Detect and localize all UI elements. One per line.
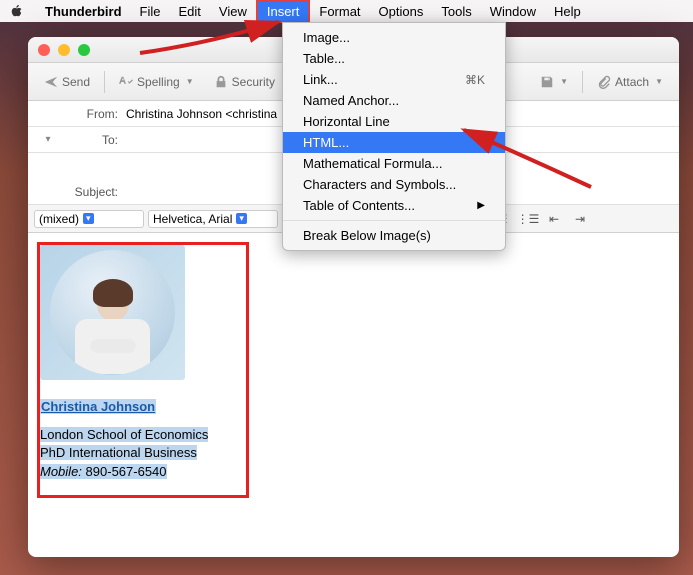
menu-edit[interactable]: Edit bbox=[170, 2, 210, 21]
send-icon bbox=[44, 75, 58, 89]
dropdown-image[interactable]: Image... bbox=[283, 27, 505, 48]
chevron-down-icon: ▼ bbox=[560, 77, 568, 86]
dropdown-table[interactable]: Table... bbox=[283, 48, 505, 69]
spelling-icon bbox=[119, 75, 133, 89]
email-signature: Christina Johnson London School of Econo… bbox=[40, 245, 208, 481]
maximize-button[interactable] bbox=[78, 44, 90, 56]
close-button[interactable] bbox=[38, 44, 50, 56]
dropdown-html[interactable]: HTML... bbox=[283, 132, 505, 153]
chevron-down-icon[interactable]: ▾ bbox=[38, 134, 58, 145]
dropdown-hr[interactable]: Horizontal Line bbox=[283, 111, 505, 132]
dropdown-toc[interactable]: Table of Contents...▶ bbox=[283, 195, 505, 216]
menu-tools[interactable]: Tools bbox=[432, 2, 480, 21]
chevron-right-icon: ▶ bbox=[477, 200, 485, 211]
indent-button[interactable]: ⇥ bbox=[569, 208, 591, 230]
send-button[interactable]: Send bbox=[38, 71, 96, 93]
menu-format[interactable]: Format bbox=[310, 2, 369, 21]
save-icon bbox=[540, 75, 554, 89]
to-label: To: bbox=[58, 133, 126, 147]
menu-bar: Thunderbird File Edit View Insert Format… bbox=[0, 0, 693, 22]
signature-title: PhD International Business bbox=[40, 445, 197, 460]
dropdown-link[interactable]: Link...⌘K bbox=[283, 69, 505, 90]
outdent-button[interactable]: ⇤ bbox=[543, 208, 565, 230]
signature-org: London School of Economics bbox=[40, 427, 208, 442]
subject-label: Subject: bbox=[38, 185, 126, 199]
save-button[interactable]: ▼ bbox=[534, 71, 574, 93]
dropdown-math[interactable]: Mathematical Formula... bbox=[283, 153, 505, 174]
paperclip-icon bbox=[597, 75, 611, 89]
dropdown-anchor[interactable]: Named Anchor... bbox=[283, 90, 505, 111]
apple-icon bbox=[10, 4, 24, 18]
dropdown-chars[interactable]: Characters and Symbols... bbox=[283, 174, 505, 195]
signature-mobile-label: Mobile: bbox=[40, 464, 82, 479]
menu-window[interactable]: Window bbox=[481, 2, 545, 21]
chevron-down-icon: ▼ bbox=[655, 77, 663, 86]
attach-button[interactable]: Attach ▼ bbox=[591, 71, 669, 93]
menu-insert[interactable]: Insert bbox=[256, 0, 311, 23]
chevron-down-icon: ▼ bbox=[186, 77, 194, 86]
numbered-list-button[interactable]: ⋮☰ bbox=[517, 208, 539, 230]
paragraph-style-select[interactable]: (mixed)▾ bbox=[34, 210, 144, 228]
font-select[interactable]: Helvetica, Arial▾ bbox=[148, 210, 278, 228]
dropdown-break[interactable]: Break Below Image(s) bbox=[283, 225, 505, 246]
insert-dropdown: Image... Table... Link...⌘K Named Anchor… bbox=[282, 22, 506, 251]
menu-help[interactable]: Help bbox=[545, 2, 590, 21]
compose-body[interactable]: Christina Johnson London School of Econo… bbox=[28, 233, 679, 493]
menu-options[interactable]: Options bbox=[370, 2, 433, 21]
signature-avatar bbox=[40, 245, 185, 380]
lock-icon bbox=[214, 75, 228, 89]
minimize-button[interactable] bbox=[58, 44, 70, 56]
from-label: From: bbox=[38, 107, 126, 121]
app-name-menu[interactable]: Thunderbird bbox=[36, 2, 131, 21]
spelling-button[interactable]: Spelling ▼ bbox=[113, 71, 200, 93]
signature-name: Christina Johnson bbox=[40, 399, 156, 414]
menu-file[interactable]: File bbox=[131, 2, 170, 21]
dropdown-separator bbox=[283, 220, 505, 221]
menu-view[interactable]: View bbox=[210, 2, 256, 21]
signature-mobile-value: 890-567-6540 bbox=[86, 464, 167, 479]
